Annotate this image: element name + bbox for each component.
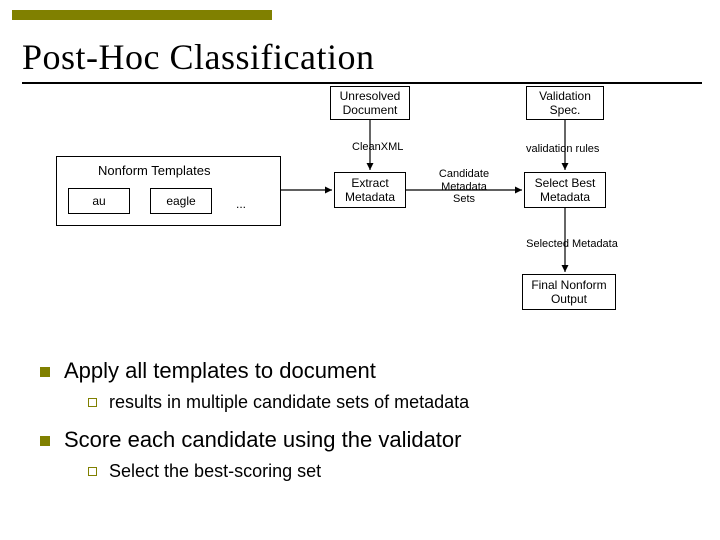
template-ellipsis: ...	[236, 198, 246, 212]
bullet-square-icon	[40, 367, 50, 377]
bullet-2a: Select the best-scoring set	[88, 461, 680, 482]
validation-rules-label: validation rules	[526, 143, 599, 156]
bullet-2-text: Score each candidate using the validator	[64, 427, 461, 453]
bullet-list: Apply all templates to document results …	[40, 358, 680, 496]
cleanxml-label: CleanXML	[352, 141, 403, 154]
unresolved-document-box: Unresolved Document	[330, 86, 410, 120]
validation-spec-box: Validation Spec.	[526, 86, 604, 120]
candidate-sets-label: Candidate Metadata Sets	[432, 168, 496, 206]
bullet-2: Score each candidate using the validator	[40, 427, 680, 453]
select-best-box: Select Best Metadata	[524, 172, 606, 208]
bullet-1: Apply all templates to document	[40, 358, 680, 384]
page-title: Post-Hoc Classification	[22, 36, 374, 78]
bullet-1a: results in multiple candidate sets of me…	[88, 392, 680, 413]
bullet-1a-text: results in multiple candidate sets of me…	[109, 392, 469, 413]
bullet-2a-text: Select the best-scoring set	[109, 461, 321, 482]
selected-metadata-label: Selected Metadata	[522, 238, 622, 251]
flow-diagram: Nonform Templates au eagle ... Unresolve…	[56, 86, 676, 326]
nonform-templates-label: Nonform Templates	[98, 164, 210, 179]
template-au-box: au	[68, 188, 130, 214]
accent-bar	[12, 10, 272, 20]
bullet-1-text: Apply all templates to document	[64, 358, 376, 384]
bullet-hollow-square-icon	[88, 467, 97, 476]
title-underline	[22, 82, 702, 84]
extract-metadata-box: Extract Metadata	[334, 172, 406, 208]
bullet-hollow-square-icon	[88, 398, 97, 407]
final-output-box: Final Nonform Output	[522, 274, 616, 310]
template-eagle-box: eagle	[150, 188, 212, 214]
bullet-square-icon	[40, 436, 50, 446]
